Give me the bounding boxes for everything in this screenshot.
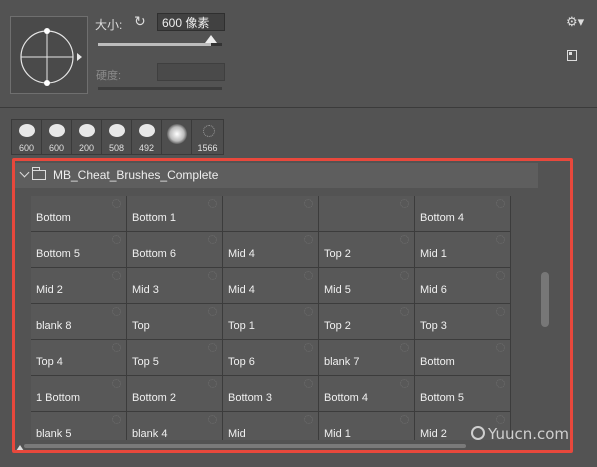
recent-brush[interactable]: 600 xyxy=(12,120,42,154)
brush-size: 492 xyxy=(138,143,155,153)
brush-size: 200 xyxy=(78,143,95,153)
brush-angle-preview[interactable] xyxy=(10,16,88,94)
watermark-logo-icon xyxy=(471,426,485,440)
size-label: 大小: xyxy=(95,18,123,32)
divider xyxy=(0,107,597,108)
brush-tip-icon xyxy=(138,124,155,137)
highlight-frame xyxy=(12,158,573,453)
recent-brush[interactable]: 200 xyxy=(72,120,102,154)
reset-icon[interactable]: ↻ xyxy=(134,13,150,29)
size-input[interactable]: 600 像素 xyxy=(157,13,225,31)
brush-size: 1566 xyxy=(197,143,218,153)
hardness-input xyxy=(157,63,225,81)
brush-size: 508 xyxy=(108,143,125,153)
brush-size: 600 xyxy=(48,143,65,153)
brush-tip-icon xyxy=(48,124,65,137)
new-brush-icon[interactable] xyxy=(567,50,577,61)
recent-brush[interactable]: 600 xyxy=(42,120,72,154)
recent-brush[interactable] xyxy=(162,120,192,154)
hardness-slider xyxy=(98,87,222,90)
size-slider[interactable] xyxy=(98,35,222,46)
angle-crosshair-icon xyxy=(20,28,82,86)
watermark: Yuucn.com xyxy=(488,425,570,443)
soft-brush-tip-icon xyxy=(166,124,187,144)
brush-tip-icon xyxy=(78,124,95,137)
recent-brush[interactable]: 1566 xyxy=(192,120,223,154)
brush-tip-icon xyxy=(202,125,215,137)
recent-brush[interactable]: 492 xyxy=(132,120,162,154)
gear-icon[interactable]: ⚙▾ xyxy=(566,14,584,30)
recent-brush[interactable]: 508 xyxy=(102,120,132,154)
brush-size: 600 xyxy=(18,143,35,153)
size-slider-fill xyxy=(98,43,211,46)
brush-tip-icon xyxy=(108,124,125,137)
recent-brushes: 600 600 200 508 492 1566 xyxy=(11,119,224,155)
brush-tip-icon xyxy=(18,124,35,137)
hardness-label: 硬度: xyxy=(96,70,122,82)
size-slider-handle[interactable] xyxy=(204,35,217,43)
